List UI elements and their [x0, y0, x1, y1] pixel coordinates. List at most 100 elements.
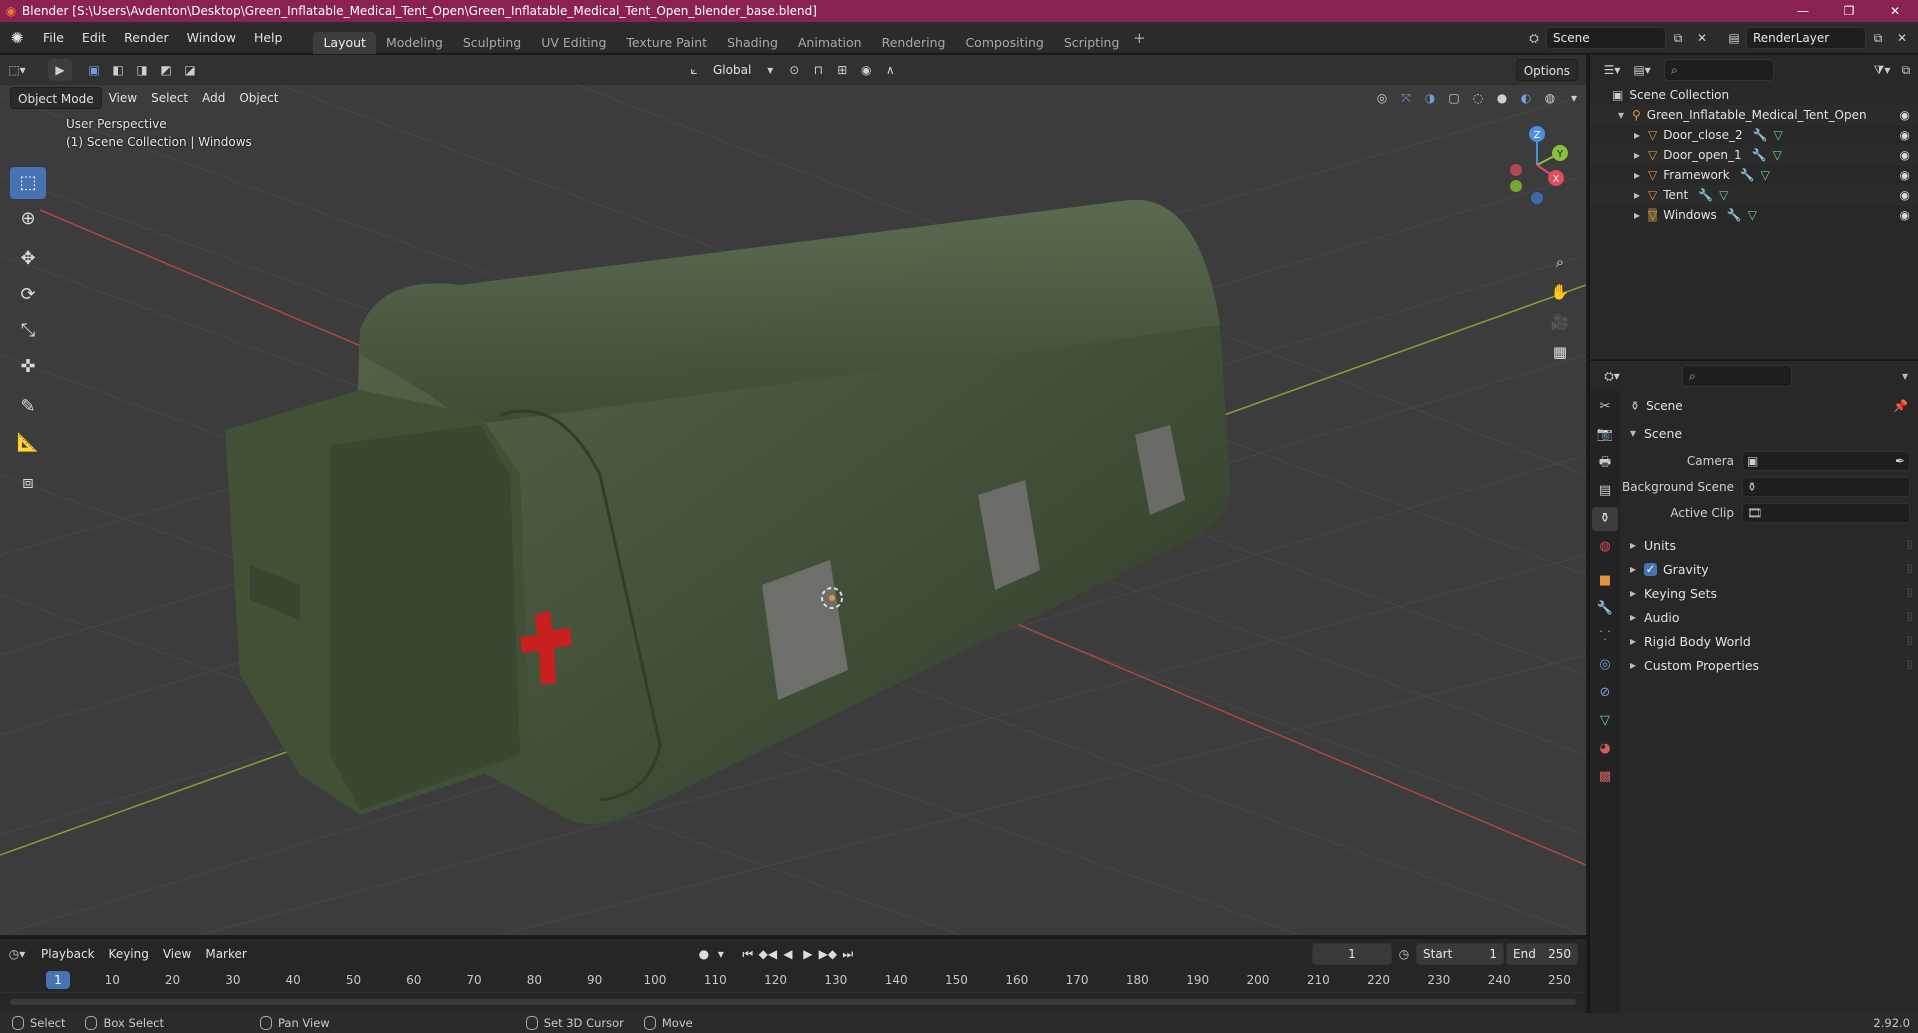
record-icon[interactable]: ●	[694, 947, 714, 961]
timeline-ruler[interactable]: 1 10 20 30 40 50 60 70 80 90 100 110 120 130 140 150 16…	[0, 969, 1586, 993]
move-tool-icon[interactable]: ✥	[10, 243, 46, 275]
new-collection-icon[interactable]: ⧉	[1894, 59, 1918, 81]
outliner-editor-type-icon[interactable]: ☰▾	[1600, 59, 1624, 81]
add-workspace-icon[interactable]: +	[1129, 29, 1149, 47]
object-mode-dropdown[interactable]: Object Mode	[10, 87, 102, 109]
expand-arrow-icon[interactable]: ▸	[1634, 188, 1648, 202]
physics-tab-icon[interactable]: ◎	[1592, 653, 1618, 677]
record-options-icon[interactable]: ▾	[714, 947, 728, 961]
scene-panel-header[interactable]: ▾ Scene	[1622, 421, 1918, 445]
visibility-eye-icon[interactable]: ◎	[1370, 87, 1394, 109]
gravity-checkbox[interactable]: ✓	[1644, 562, 1657, 576]
minimize-icon[interactable]: —	[1780, 0, 1826, 22]
active-clip-field[interactable]: 🎞	[1742, 503, 1910, 523]
outliner-item-framework[interactable]: ▸ ▽ Framework 🔧 ▽ ◉	[1590, 165, 1918, 185]
filter-icon[interactable]: ⧩▾	[1870, 59, 1894, 81]
jump-start-icon[interactable]: ⏮	[738, 947, 758, 962]
custom-properties-panel-header[interactable]: ▸ Custom Properties ⁞⁞	[1622, 653, 1918, 677]
view-layer-tab-icon[interactable]: ▤	[1592, 479, 1618, 503]
audio-panel-header[interactable]: ▸ Audio ⁞⁞	[1622, 605, 1918, 629]
select-box-tool-icon[interactable]: ⬚	[10, 167, 46, 199]
blender-logo-icon[interactable]: ✺	[0, 29, 34, 47]
timeline-menu-marker[interactable]: Marker	[198, 943, 253, 965]
outliner-scene-collection[interactable]: ▣ Scene Collection	[1590, 85, 1918, 105]
current-frame-field[interactable]: 1	[1312, 943, 1392, 965]
properties-search-input[interactable]: ⌕	[1682, 365, 1792, 387]
end-frame-field[interactable]: End 250	[1506, 943, 1578, 965]
gizmo-toggle-icon[interactable]: ⤧	[1394, 87, 1418, 109]
drag-handle-icon[interactable]: ⁞⁞	[1906, 634, 1913, 648]
properties-options-icon[interactable]: ▾	[1902, 369, 1908, 383]
outliner-collection-row[interactable]: ▾ ⚲ Green_Inflatable_Medical_Tent_Open ◉	[1590, 105, 1918, 125]
properties-editor-type-icon[interactable]: ⛭▾	[1600, 365, 1624, 387]
drag-handle-icon[interactable]: ⁞⁞	[1906, 658, 1913, 672]
select-mode-new-icon[interactable]: ▣	[82, 59, 106, 81]
modifiers-tab-icon[interactable]: 🔧	[1592, 597, 1618, 621]
particles-tab-icon[interactable]: ⸪	[1592, 625, 1618, 649]
pivot-point-icon[interactable]: ⊙	[782, 59, 806, 81]
expand-arrow-icon[interactable]: ▸	[1634, 128, 1648, 142]
material-tab-icon[interactable]: ◕	[1592, 737, 1618, 761]
drag-handle-icon[interactable]: ⁞⁞	[1906, 562, 1913, 576]
menu-window[interactable]: Window	[178, 22, 245, 54]
pin-icon[interactable]: 📌	[1893, 399, 1908, 413]
workspace-tab-animation[interactable]: Animation	[788, 32, 872, 54]
select-mode-intersect-icon[interactable]: ◪	[178, 59, 202, 81]
texture-tab-icon[interactable]: ▩	[1592, 765, 1618, 789]
current-frame-indicator[interactable]: 1	[46, 971, 70, 989]
proportional-edit-icon[interactable]: ◉	[854, 59, 878, 81]
close-icon[interactable]: ✕	[1872, 0, 1918, 22]
transform-tool-icon[interactable]: ✜	[10, 351, 46, 383]
measure-tool-icon[interactable]: 📐	[10, 427, 46, 459]
render-tab-icon[interactable]: 📷	[1592, 423, 1618, 447]
workspace-tab-sculpting[interactable]: Sculpting	[453, 32, 531, 54]
workspace-tab-compositing[interactable]: Compositing	[955, 32, 1053, 54]
expand-arrow-icon[interactable]: ▸	[1634, 168, 1648, 182]
proportional-falloff-icon[interactable]: ∧	[878, 59, 902, 81]
outliner-search-input[interactable]: ⌕	[1664, 59, 1774, 81]
outliner-item-door-close-2[interactable]: ▸ ▽ Door_close_2 🔧 ▽ ◉	[1590, 125, 1918, 145]
shading-wireframe-icon[interactable]: ◌	[1466, 87, 1490, 109]
new-scene-icon[interactable]: ⧉	[1666, 27, 1690, 49]
background-scene-field[interactable]: ⚱	[1742, 477, 1910, 497]
shading-options-icon[interactable]: ▾	[1562, 87, 1586, 109]
shading-rendered-icon[interactable]: ◍	[1538, 87, 1562, 109]
drag-handle-icon[interactable]: ⁞⁞	[1906, 538, 1913, 552]
expand-arrow-icon[interactable]: ▸	[1634, 208, 1648, 222]
options-dropdown[interactable]: Options	[1515, 59, 1578, 81]
cursor-tool-icon[interactable]: ⊕	[10, 203, 46, 235]
outliner-item-door-open-1[interactable]: ▸ ▽ Door_open_1 🔧 ▽ ◉	[1590, 145, 1918, 165]
viewport-menu-select[interactable]: Select	[144, 87, 195, 109]
rotate-tool-icon[interactable]: ⟳	[10, 279, 46, 311]
rigid-body-world-panel-header[interactable]: ▸ Rigid Body World ⁞⁞	[1622, 629, 1918, 653]
xray-toggle-icon[interactable]: ▢	[1442, 87, 1466, 109]
shading-solid-icon[interactable]: ●	[1490, 87, 1514, 109]
drag-handle-icon[interactable]: ⁞⁞	[1906, 586, 1913, 600]
workspace-tab-modeling[interactable]: Modeling	[376, 32, 453, 54]
menu-help[interactable]: Help	[245, 22, 292, 54]
menu-edit[interactable]: Edit	[73, 22, 115, 54]
eyedropper-icon[interactable]: ✒	[1895, 454, 1905, 468]
3d-viewport[interactable]: ⬚▾ ▶ ▣ ◧ ◨ ◩ ◪ ⟀ Global ▾ ⊙ ⊓ ⊞ ◉ ∧ Opti…	[0, 55, 1586, 935]
editor-type-icon[interactable]: ⬚▾	[0, 59, 34, 81]
workspace-tab-scripting[interactable]: Scripting	[1054, 32, 1130, 54]
new-view-layer-icon[interactable]: ⧉	[1866, 27, 1890, 49]
overlays-toggle-icon[interactable]: ◑	[1418, 87, 1442, 109]
gravity-panel-header[interactable]: ▸ ✓ Gravity ⁞⁞	[1622, 557, 1918, 581]
remove-view-layer-icon[interactable]: ✕	[1890, 27, 1914, 49]
viewport-menu-view[interactable]: View	[102, 87, 144, 109]
collapse-arrow-icon[interactable]: ▾	[1618, 108, 1632, 122]
scene-tab-icon[interactable]: ⚱	[1592, 507, 1618, 531]
workspace-tab-texture-paint[interactable]: Texture Paint	[616, 32, 717, 54]
timeline-scrollbar[interactable]	[10, 999, 1576, 1005]
eye-icon[interactable]: ◉	[1900, 188, 1910, 202]
workspace-tab-layout[interactable]: Layout	[313, 31, 376, 54]
world-tab-icon[interactable]: ◍	[1592, 535, 1618, 559]
ortho-grid-icon[interactable]: ▦	[1546, 338, 1574, 366]
timeline-menu-keying[interactable]: Keying	[102, 943, 156, 965]
timeline-menu-view[interactable]: View	[156, 943, 198, 965]
preview-range-icon[interactable]: ◷	[1392, 943, 1416, 965]
jump-end-icon[interactable]: ⏭	[838, 947, 858, 962]
data-tab-icon[interactable]: ▽	[1592, 709, 1618, 733]
constraints-tab-icon[interactable]: ⊘	[1592, 681, 1618, 705]
